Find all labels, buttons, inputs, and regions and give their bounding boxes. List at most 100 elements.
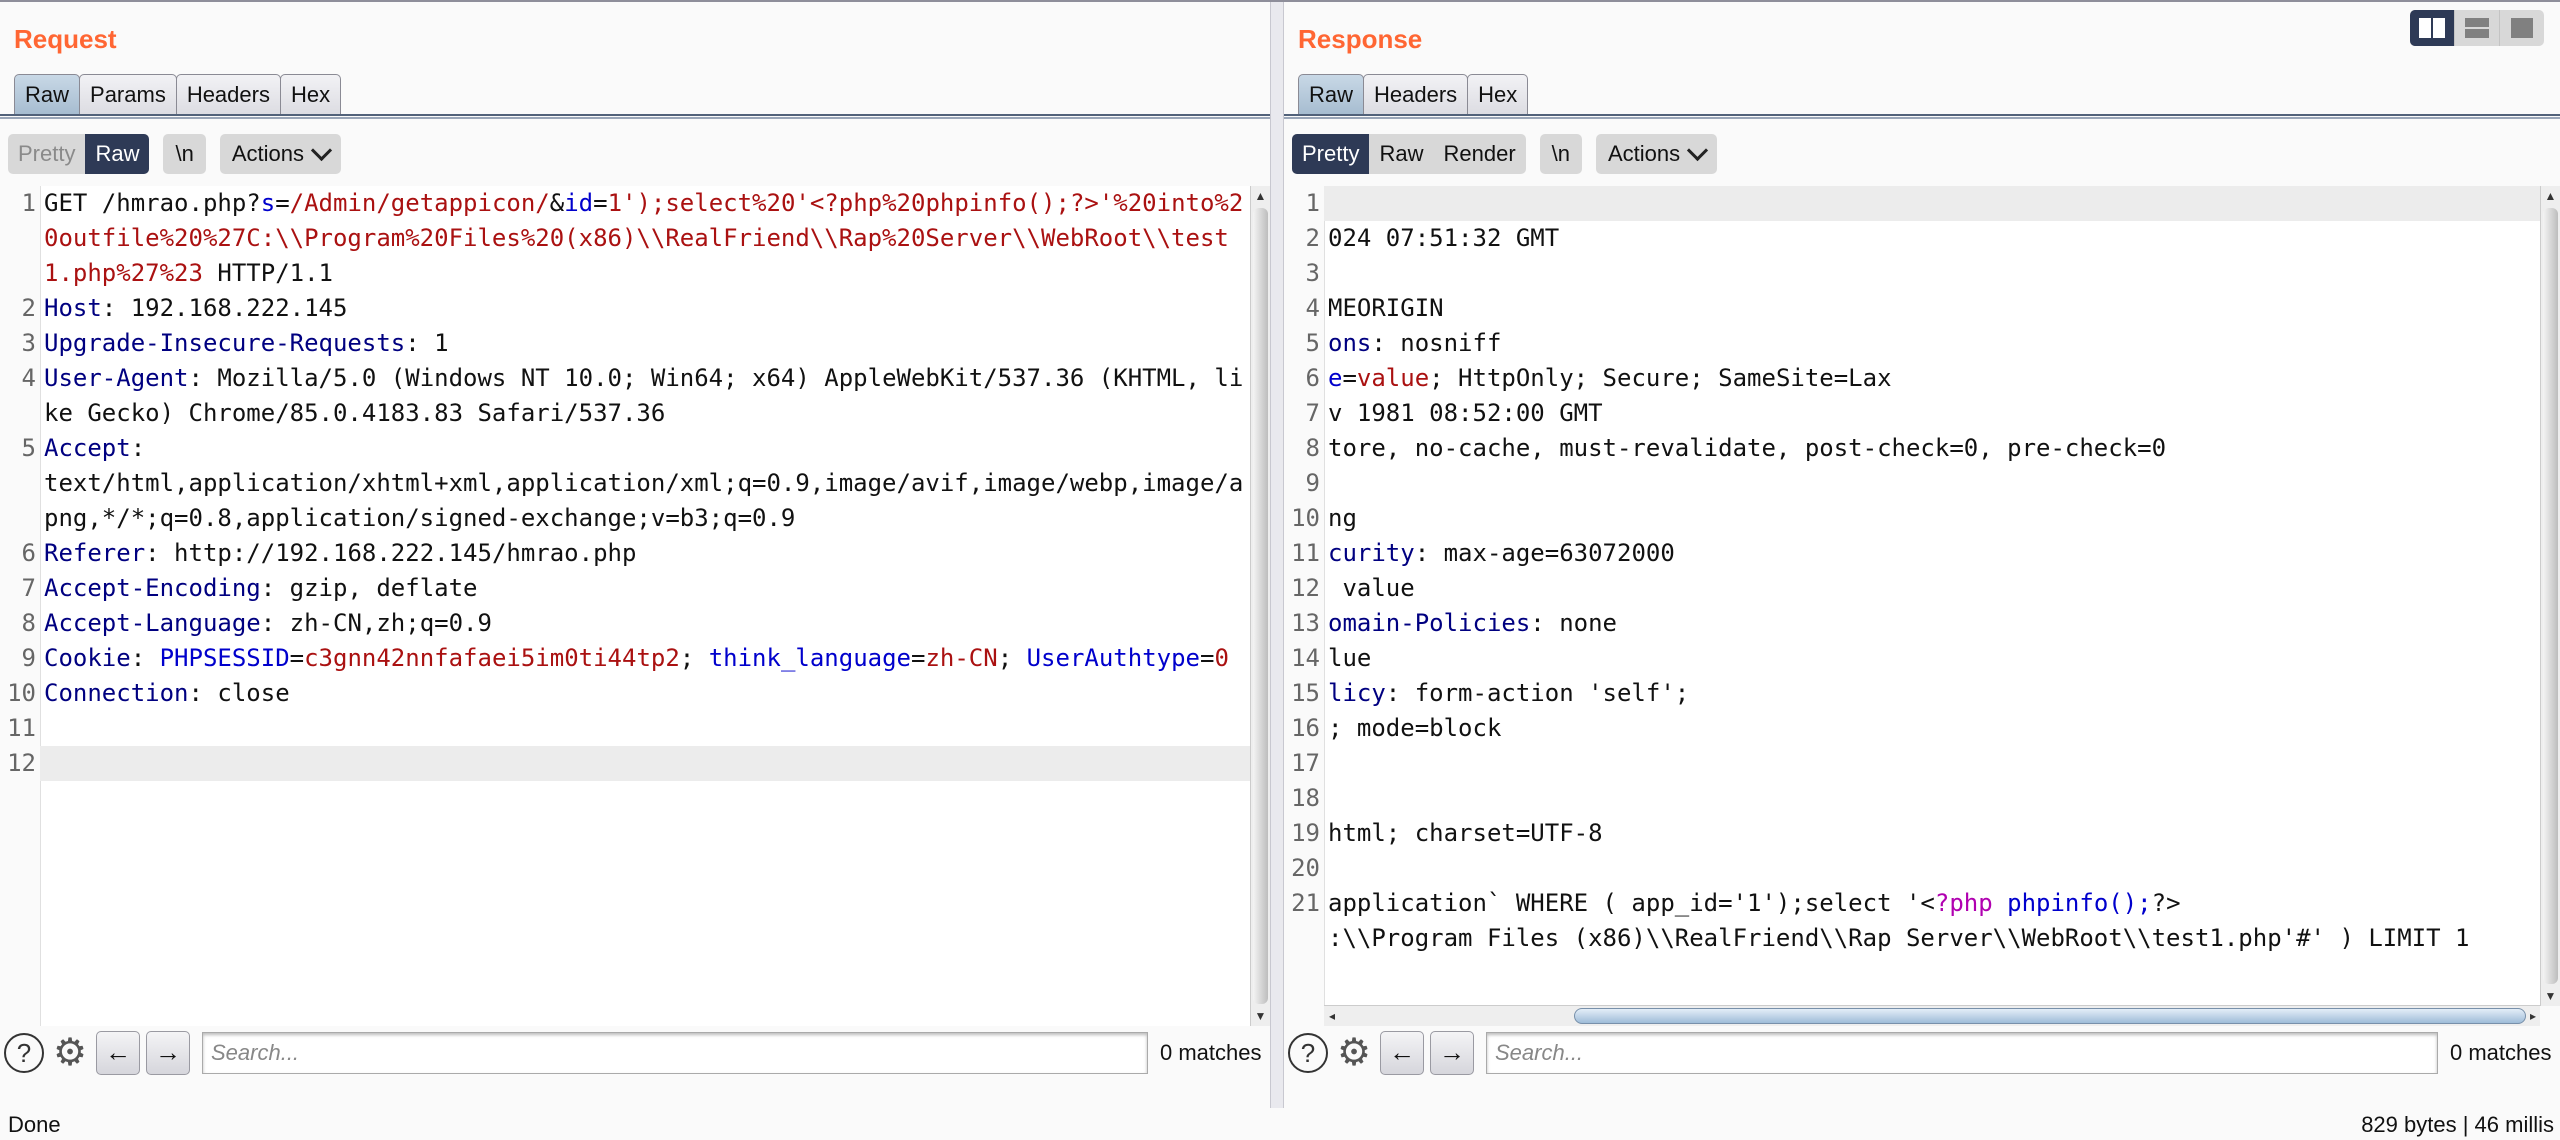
code-token: HTTP/1.1 (202, 259, 333, 287)
response-search-input[interactable] (1486, 1032, 2438, 1074)
layout-single-button[interactable] (2499, 10, 2544, 46)
code-token: : 1 (405, 329, 449, 357)
code-token: c3gnn42nnfafaei5im0ti44tp2 (304, 644, 680, 672)
line-number: 6 (1305, 364, 1320, 392)
request-raw-button[interactable]: Raw (85, 134, 150, 174)
response-raw-button[interactable]: Raw (1369, 134, 1433, 174)
scroll-down-icon[interactable]: ▼ (2541, 986, 2560, 1006)
request-editor-toolbar: Pretty Raw \n Actions (8, 134, 341, 174)
code-token: : close (188, 679, 290, 707)
line-content: ; mode=block (1324, 711, 2540, 746)
line-content: ons: nosniff (1324, 326, 2540, 361)
response-tab-headers[interactable]: Headers (1363, 74, 1469, 115)
layout-switch (2410, 10, 2544, 46)
scroll-up-icon[interactable]: ▲ (2541, 186, 2560, 206)
code-token: & (549, 189, 565, 217)
previous-match-button[interactable]: ← (1380, 1031, 1424, 1075)
panel-splitter[interactable] (1270, 2, 1284, 1108)
response-tab-hex[interactable]: Hex (1467, 74, 1529, 115)
chevron-down-icon (310, 139, 333, 161)
response-editor[interactable]: 1 2 024 07:51:32 GMT 3 4 MEORIGIN 5 ons: nosnif… (1284, 186, 2540, 1006)
layout-stacked-button[interactable] (2454, 10, 2499, 46)
code-token: id (564, 189, 594, 217)
code-token: s (260, 189, 276, 217)
response-pretty-button[interactable]: Pretty (1292, 134, 1370, 174)
request-actions-button[interactable]: Actions (219, 134, 341, 174)
horizontal-scrollbar-thumb[interactable] (1574, 1008, 2526, 1024)
next-match-button[interactable]: → (1430, 1031, 1474, 1075)
request-search-bar: ? ⚙ ← → 0 matches (0, 1028, 1270, 1078)
next-match-button[interactable]: → (146, 1031, 190, 1075)
line-number: 11 (1291, 539, 1320, 567)
line-content: v 1981 08:52:00 GMT (1324, 396, 2540, 431)
code-token: Upgrade-Insecure-Requests (44, 329, 406, 357)
response-vertical-scrollbar[interactable]: ▲ ▼ (2540, 186, 2560, 1006)
request-line: 7 Accept-Encoding: gzip, deflate (0, 571, 1250, 606)
response-line: 10 ng (1284, 501, 2540, 536)
response-newline-toggle[interactable]: \n (1539, 134, 1582, 174)
code-token: licy (1328, 679, 1386, 707)
request-line: 6 Referer: http://192.168.222.145/hmrao.p… (0, 536, 1250, 571)
response-actions-button[interactable]: Actions (1596, 134, 1718, 174)
request-tab-hex[interactable]: Hex (279, 74, 342, 115)
code-token: : max-age=63072000 (1414, 539, 1675, 567)
code-token: think_language (708, 644, 911, 672)
previous-match-button[interactable]: ← (96, 1031, 140, 1075)
line-number: 1 (1305, 189, 1320, 217)
response-tab-raw[interactable]: Raw (1298, 74, 1365, 115)
response-horizontal-scrollbar[interactable]: ◂ ▸ (1324, 1005, 2540, 1026)
request-panel: Request Raw Params Headers Hex Pretty Ra… (0, 2, 1270, 1108)
line-number: 7 (21, 574, 36, 602)
code-token: Connection (44, 679, 189, 707)
line-number: 5 (1305, 329, 1320, 357)
scroll-up-icon[interactable]: ▲ (1251, 186, 1270, 206)
response-title: Response (1298, 24, 1423, 54)
request-vertical-scrollbar[interactable]: ▲ ▼ (1250, 186, 1270, 1026)
response-line: 14 lue (1284, 641, 2540, 676)
request-pretty-button[interactable]: Pretty (8, 134, 85, 174)
response-view-mode: Pretty Raw Render (1292, 134, 1526, 174)
help-icon[interactable]: ? (1288, 1033, 1328, 1073)
request-line: 3 Upgrade-Insecure-Requests: 1 (0, 326, 1250, 361)
scroll-left-icon[interactable]: ◂ (1324, 1006, 1340, 1026)
line-number: 7 (1305, 399, 1320, 427)
code-token: GET /hmrao.php? (44, 189, 261, 217)
scroll-right-icon[interactable]: ▸ (2526, 1006, 2540, 1026)
line-content: Accept-Language: zh-CN,zh;q=0.9 (40, 606, 1250, 641)
request-tab-params[interactable]: Params (79, 74, 177, 115)
line-content (40, 711, 1250, 746)
line-number: 12 (1291, 574, 1320, 602)
code-token: : nosniff (1371, 329, 1502, 357)
scroll-down-icon[interactable]: ▼ (1251, 1006, 1270, 1026)
tab-separator (1284, 114, 2560, 116)
request-search-input[interactable] (202, 1032, 1148, 1074)
request-editor[interactable]: 1 GET /hmrao.php?s=/Admin/getappicon/&id=… (0, 186, 1250, 1026)
tab-separator-lower (1284, 117, 2560, 119)
response-line: 7 v 1981 08:52:00 GMT (1284, 396, 2540, 431)
request-newline-toggle[interactable]: \n (163, 134, 206, 174)
status-text: Done (8, 1112, 61, 1137)
line-content: Accept: text/html,application/xhtml+xml,… (40, 431, 1250, 536)
tab-separator (0, 114, 1270, 116)
line-content (1324, 781, 2540, 816)
line-number: 13 (1291, 609, 1320, 637)
layout-side-by-side-button[interactable] (2410, 10, 2454, 46)
response-render-button[interactable]: Render (1433, 134, 1525, 174)
line-content: Host: 192.168.222.145 (40, 291, 1250, 326)
request-tab-raw[interactable]: Raw (14, 74, 81, 115)
code-token: ng (1328, 504, 1357, 532)
code-token: ons (1328, 329, 1372, 357)
code-token: lue (1328, 644, 1372, 672)
scrollbar-thumb[interactable] (1253, 208, 1268, 1004)
line-number: 3 (21, 329, 36, 357)
scrollbar-thumb[interactable] (2543, 208, 2558, 984)
tab-separator-lower (0, 117, 1270, 119)
code-token: Cookie (44, 644, 131, 672)
help-icon[interactable]: ? (4, 1033, 44, 1073)
request-tab-headers[interactable]: Headers (175, 74, 281, 115)
line-number: 9 (21, 644, 36, 672)
gear-icon[interactable]: ⚙ (50, 1033, 90, 1073)
code-token: : text/html,application/xhtml+xml,applic… (44, 434, 1244, 532)
gear-icon[interactable]: ⚙ (1334, 1033, 1374, 1073)
